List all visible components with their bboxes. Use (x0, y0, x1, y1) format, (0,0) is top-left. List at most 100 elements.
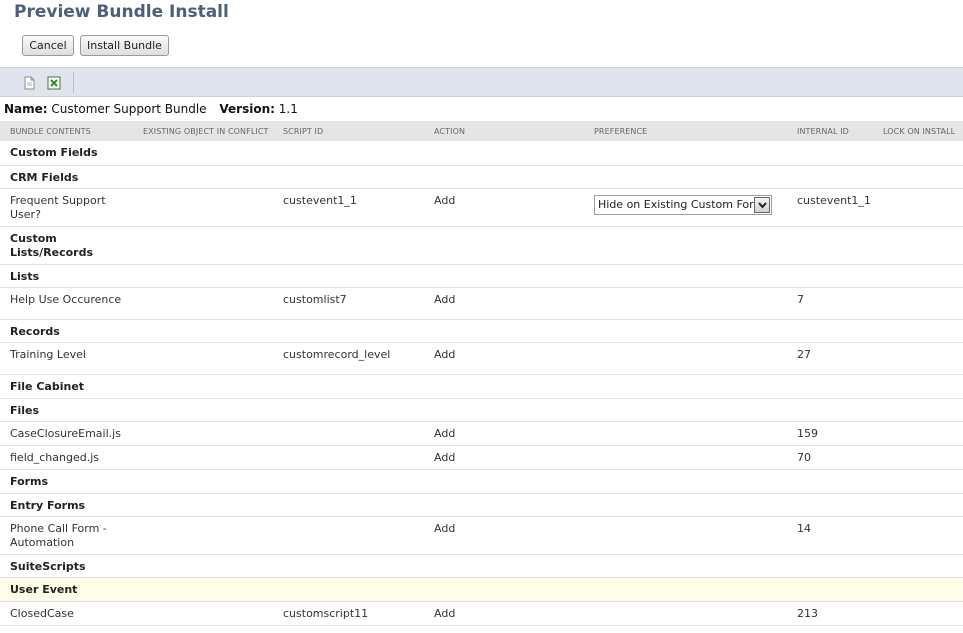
cell-internal-id: 7 (787, 287, 873, 320)
table-row: Custom Fields (0, 141, 963, 166)
group-label: Custom Fields (0, 141, 963, 166)
cell-internal-id: custevent1_1 (787, 188, 873, 227)
group-label: File Cabinet (0, 374, 963, 399)
table-row: Custom Lists/Records (0, 226, 963, 265)
table-row: SuiteScripts (0, 554, 963, 578)
cell-internal-id: 159 (787, 421, 873, 446)
table-row: CaseClosureEmail.js Add 159 (0, 421, 963, 446)
cell-lock (873, 445, 963, 470)
table-row: Forms (0, 469, 963, 494)
column-header-bundle-contents: BUNDLE CONTENTS (0, 121, 133, 141)
table-row: CRM Fields (0, 165, 963, 189)
cell-preference (584, 601, 787, 626)
group-label: SuiteScripts (0, 554, 963, 578)
group-label: Files (0, 398, 963, 422)
cell-contents: Help Use Occurence (0, 287, 133, 320)
cell-contents: ClosedCase (0, 601, 133, 626)
name-label: Name: (4, 102, 48, 116)
group-label: Lists (0, 264, 963, 288)
cell-conflict (133, 342, 273, 375)
cell-internal-id: 14 (787, 516, 873, 555)
cell-script-id (273, 445, 424, 470)
group-label: Forms (0, 469, 963, 494)
cell-preference: Hide on Existing Custom Forms (584, 188, 787, 227)
cell-action: Add (424, 421, 584, 446)
cell-script-id (273, 516, 424, 555)
table-row: Records (0, 319, 963, 343)
cell-contents: Frequent Support User? (0, 188, 133, 227)
cell-script-id: customscript11 (273, 601, 424, 626)
cell-contents: Phone Call Form - Automation (0, 516, 133, 555)
install-bundle-button[interactable]: Install Bundle (80, 35, 169, 56)
column-header-lock-on-install: LOCK ON INSTALL (873, 121, 963, 141)
table-row: File Cabinet (0, 374, 963, 399)
column-header-preference: PREFERENCE (584, 121, 787, 141)
cell-script-id (273, 421, 424, 446)
version-label: Version: (219, 102, 275, 116)
cell-lock (873, 342, 963, 375)
group-label-text: Custom Lists/Records (10, 231, 94, 259)
preference-select-value: Hide on Existing Custom Forms (598, 197, 770, 211)
column-header-conflict: EXISTING OBJECT IN CONFLICT (133, 121, 273, 141)
cell-internal-id: 70 (787, 445, 873, 470)
cell-preference (584, 516, 787, 555)
column-header-internal-id: INTERNAL ID (787, 121, 873, 141)
table-row: field_changed.js Add 70 (0, 445, 963, 470)
cell-lock (873, 287, 963, 320)
cell-contents: CaseClosureEmail.js (0, 421, 133, 446)
cell-script-id: custevent1_1 (273, 188, 424, 227)
cell-script-id: customlist7 (273, 287, 424, 320)
cell-action: Add (424, 601, 584, 626)
cell-action: Add (424, 287, 584, 320)
table-row: Frequent Support User? custevent1_1 Add … (0, 188, 963, 227)
cell-contents: Training Level (0, 342, 133, 375)
cell-action: Add (424, 445, 584, 470)
table-row: Phone Call Form - Automation Add 14 (0, 516, 963, 555)
column-header-action: ACTION (424, 121, 584, 141)
group-label: Custom Lists/Records (0, 226, 963, 265)
cell-conflict (133, 445, 273, 470)
table-row: Training Level customrecord_level Add 27 (0, 342, 963, 375)
print-icon[interactable] (22, 75, 36, 90)
export-excel-icon[interactable] (47, 75, 61, 90)
cell-internal-id: 27 (787, 342, 873, 375)
cell-contents: field_changed.js (0, 445, 133, 470)
cancel-button[interactable]: Cancel (22, 35, 74, 56)
toolbar (0, 67, 963, 97)
table-row: Files (0, 398, 963, 422)
cell-conflict (133, 601, 273, 626)
cell-preference (584, 445, 787, 470)
cell-conflict (133, 287, 273, 320)
cell-conflict (133, 421, 273, 446)
table-row: Help Use Occurence customlist7 Add 7 (0, 287, 963, 320)
cell-lock (873, 516, 963, 555)
toolbar-separator (73, 72, 74, 93)
table-row: Entry Forms (0, 493, 963, 517)
cell-script-id: customrecord_level (273, 342, 424, 375)
group-label: Records (0, 319, 963, 343)
cell-lock (873, 601, 963, 626)
cell-internal-id: 213 (787, 601, 873, 626)
cell-action: Add (424, 516, 584, 555)
bundle-info: Name: Customer Support Bundle Version: 1… (4, 102, 298, 116)
cell-preference (584, 342, 787, 375)
group-label: Entry Forms (0, 493, 963, 517)
table-row: ClosedCase customscript11 Add 213 (0, 601, 963, 626)
table-header-row: BUNDLE CONTENTS EXISTING OBJECT IN CONFL… (0, 121, 963, 141)
column-header-script-id: SCRIPT ID (273, 121, 424, 141)
chevron-down-icon[interactable] (754, 196, 770, 213)
cell-action: Add (424, 188, 584, 227)
cell-preference (584, 421, 787, 446)
cell-conflict (133, 188, 273, 227)
bundle-name: Customer Support Bundle (51, 102, 207, 116)
cell-preference (584, 287, 787, 320)
cell-action: Add (424, 342, 584, 375)
preference-select[interactable]: Hide on Existing Custom Forms (594, 194, 772, 215)
cell-lock (873, 188, 963, 227)
table-row: User Event (0, 577, 963, 602)
cell-conflict (133, 516, 273, 555)
group-label: CRM Fields (0, 165, 963, 189)
table-row: Lists (0, 264, 963, 288)
bundle-contents-table: BUNDLE CONTENTS EXISTING OBJECT IN CONFL… (0, 121, 963, 626)
cell-lock (873, 421, 963, 446)
